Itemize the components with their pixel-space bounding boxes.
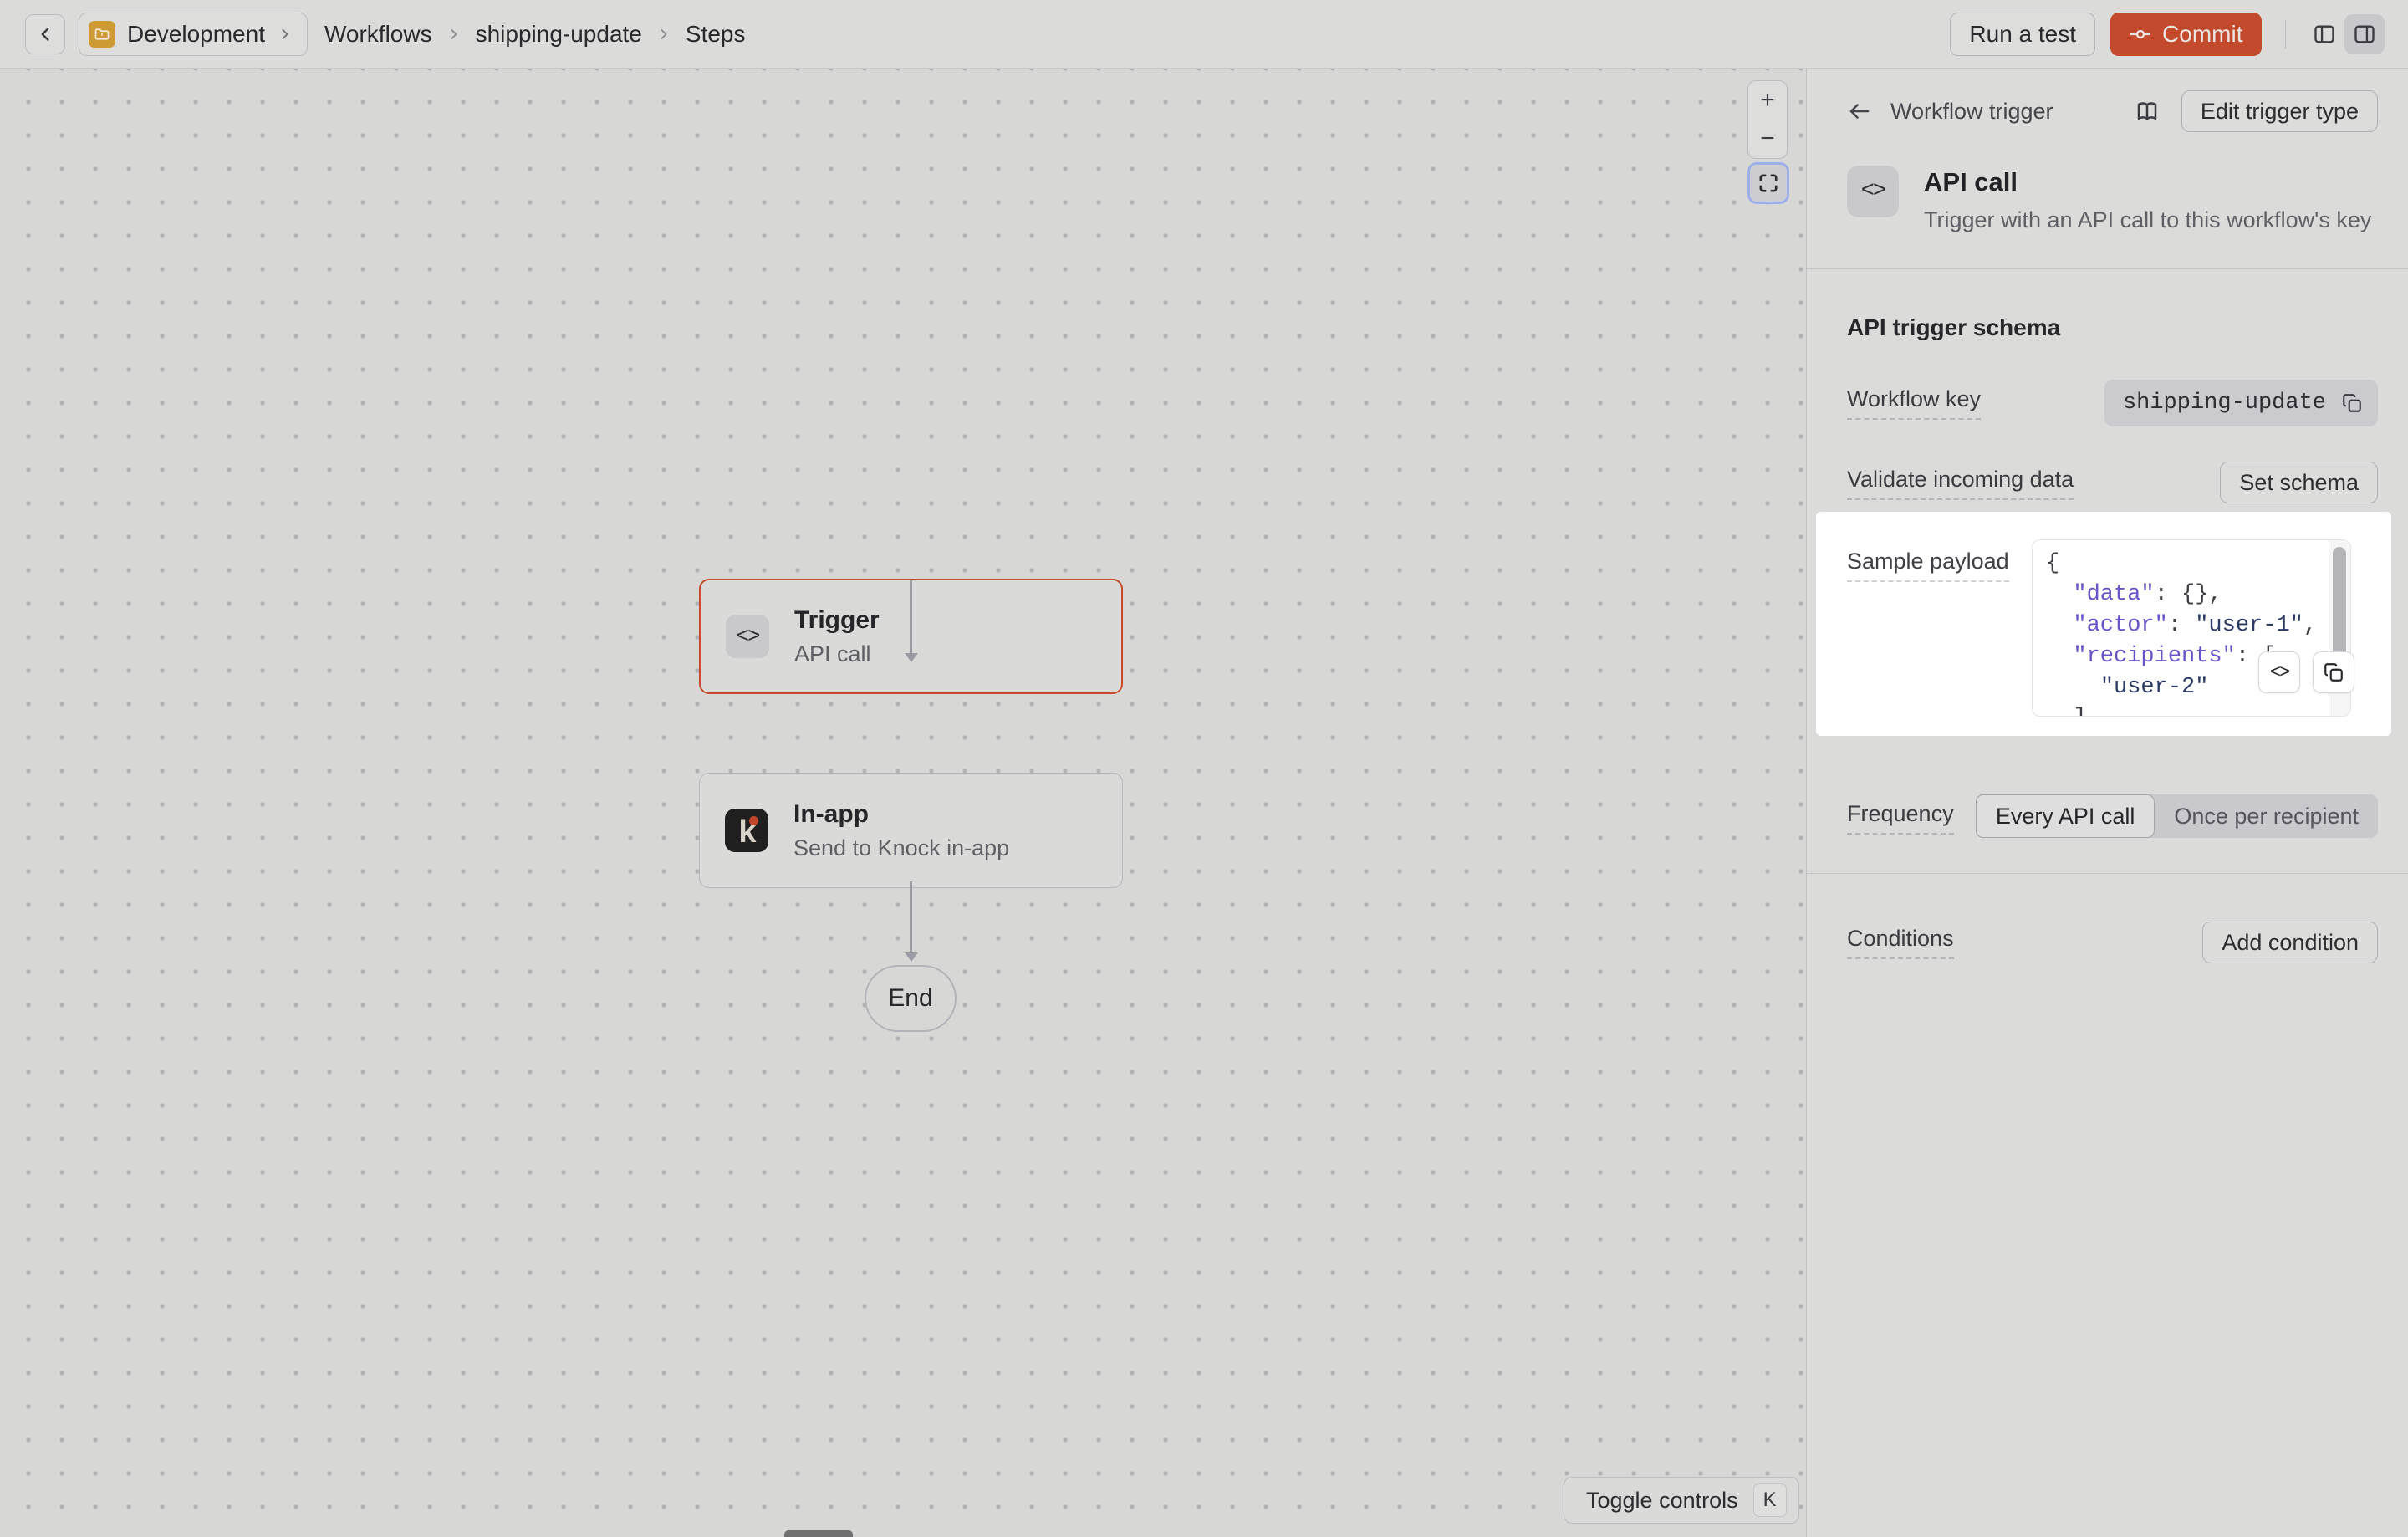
run-a-test-button[interactable]: Run a test [1950,13,2095,56]
workflow-key-row: Workflow key shipping-update [1847,380,2378,426]
validate-label: Validate incoming data [1847,467,2074,500]
panel-right-icon [2353,23,2376,46]
copy-payload-button[interactable] [2313,651,2354,693]
arrow-left-icon [1847,99,1872,124]
end-node: End [865,965,957,1032]
panel-title: Workflow trigger [1890,99,2053,125]
top-bar: Development Workflows shipping-update St… [0,0,2408,69]
sample-payload-label: Sample payload [1847,549,2009,582]
book-icon [2135,99,2160,124]
connector-arrow [909,580,913,662]
copy-button[interactable] [2341,392,2363,414]
frequency-segmented-control: Every API call Once per recipient [1976,794,2378,838]
breadcrumb-workflow-key[interactable]: shipping-update [476,21,642,48]
knock-logo-icon: k [725,809,768,852]
set-schema-button[interactable]: Set schema [2220,462,2378,503]
code-brackets-icon: <> [726,615,769,658]
copy-icon [2341,392,2363,414]
fit-view-icon [1758,172,1779,194]
editor-actions: <> [2258,651,2354,693]
keyboard-shortcut-badge: K [1753,1483,1787,1517]
environment-label: Development [127,21,265,48]
chevron-right-icon [446,26,462,43]
section-heading: API trigger schema [1847,314,2378,341]
sample-payload-highlight: Sample payload { "data": {}, "actor": "u… [1816,512,2391,736]
back-button[interactable] [25,14,65,54]
node-title: In-app [793,800,1009,829]
divider [1807,268,2408,269]
breadcrumb-workflows[interactable]: Workflows [324,21,432,48]
in-app-step-node[interactable]: k In-app Send to Knock in-app [699,773,1123,888]
panel-back-button[interactable] [1847,99,1872,124]
editor-scrollbar-thumb[interactable] [2333,547,2346,657]
node-subtitle: Send to Knock in-app [793,835,1009,861]
divider [2285,20,2287,49]
node-subtitle: API call [794,641,880,667]
fit-view-button[interactable] [1747,162,1789,204]
frequency-option-once-per-recipient[interactable]: Once per recipient [2155,794,2378,838]
validate-row: Validate incoming data Set schema [1847,460,2378,505]
conditions-label: Conditions [1847,926,1954,959]
frequency-row: Frequency Every API call Once per recipi… [1847,794,2378,838]
folder-icon [89,21,115,48]
zoom-out-button[interactable]: − [1748,120,1787,158]
toggle-controls-button[interactable]: Toggle controls K [1564,1477,1799,1524]
trigger-type-summary: <> API call Trigger with an API call to … [1847,166,2378,233]
toggle-left-panel-button[interactable] [2304,14,2344,54]
workflow-trigger-panel: Workflow trigger Edit trigger type <> AP… [1806,69,2408,1537]
breadcrumb-steps: Steps [686,21,746,48]
app-root: Development Workflows shipping-update St… [0,0,2408,1537]
add-condition-button[interactable]: Add condition [2202,922,2378,963]
chevron-right-icon [656,26,672,43]
node-title: Trigger [794,606,880,635]
connector-arrow [909,881,913,962]
divider [1807,873,2408,874]
code-brackets-icon: <> [2270,662,2288,683]
breadcrumb: Workflows shipping-update Steps [324,21,746,48]
chevron-right-icon [277,26,293,43]
copy-icon [2323,661,2344,683]
panel-left-icon [2313,23,2336,46]
docs-button[interactable] [2135,99,2160,124]
trigger-type-description: Trigger with an API call to this workflo… [1924,207,2371,233]
hidden-tooltip-peek [784,1530,853,1537]
frequency-label: Frequency [1847,801,1954,835]
edit-trigger-type-button[interactable]: Edit trigger type [2181,90,2378,132]
git-commit-icon [2129,23,2152,46]
zoom-in-button[interactable]: + [1748,81,1787,120]
workflow-key-label: Workflow key [1847,386,1981,420]
workflow-canvas[interactable]: + − <> Trigger API call k [0,69,1806,1537]
code-brackets-icon: <> [1847,166,1899,217]
workflow-key-value: shipping-update [2104,380,2378,426]
conditions-row: Conditions Add condition [1847,919,2378,966]
toggle-right-panel-button[interactable] [2344,14,2385,54]
panel-header: Workflow trigger Edit trigger type [1847,90,2378,132]
environment-switcher[interactable]: Development [79,13,308,56]
trigger-type-name: API call [1924,167,2371,197]
frequency-option-every-api-call[interactable]: Every API call [1976,794,2155,838]
zoom-controls: + − [1747,80,1788,159]
expand-code-button[interactable]: <> [2258,651,2300,693]
commit-button[interactable]: Commit [2110,13,2261,56]
chevron-left-icon [34,23,56,45]
